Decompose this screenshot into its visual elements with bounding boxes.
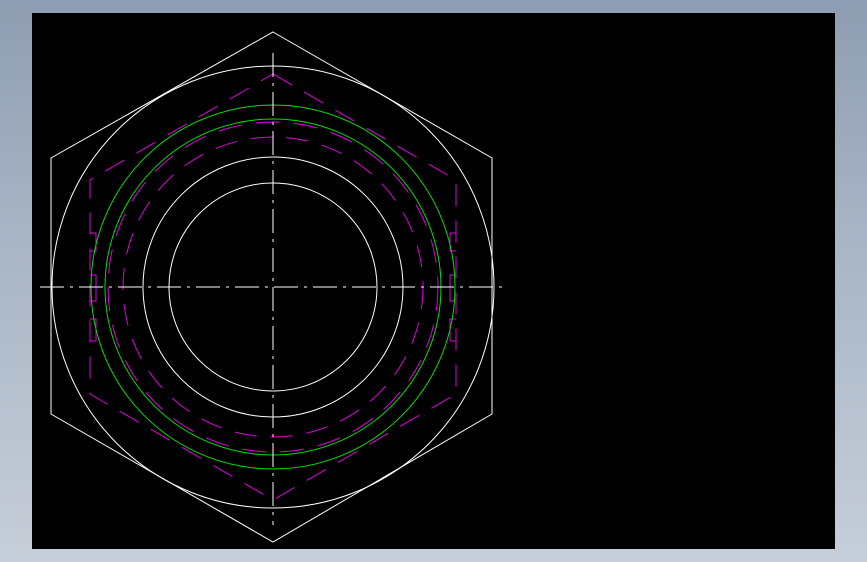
cad-drawing-canvas[interactable]: [32, 13, 835, 549]
drawing-viewport[interactable]: [32, 13, 835, 549]
hexagon-outline: [50, 31, 493, 543]
cad-application: { "colors": { "background_outer": "#a9b6…: [0, 0, 867, 562]
